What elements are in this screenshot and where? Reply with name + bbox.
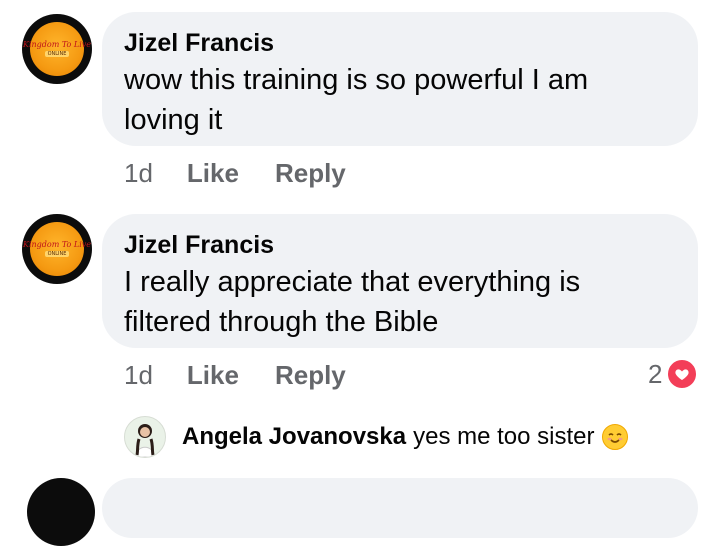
comment-time[interactable]: 1d (124, 158, 153, 189)
comment-author[interactable]: Jizel Francis (124, 230, 674, 260)
avatar-logo-text: Kingdom To Live (22, 240, 92, 249)
comment-bubble (102, 478, 698, 538)
reply-text: yes me too sister (413, 423, 595, 450)
comment-actions: 1d Like Reply (124, 360, 382, 391)
avatar-logo-subtext: ONLINE (44, 251, 70, 257)
smiling-face-icon (601, 424, 628, 450)
like-button[interactable]: Like (187, 360, 239, 391)
avatar-logo-subtext: ONLINE (44, 51, 70, 57)
comment-text-line: filtered through the Bible (124, 306, 439, 338)
comment-text-line: I really appreciate that everything is (124, 266, 581, 298)
commenter-avatar[interactable]: Kingdom To Live ONLINE (22, 214, 92, 284)
comment-text-line: wow this training is so powerful I am (124, 64, 589, 96)
reaction-summary[interactable]: 2 (648, 358, 699, 390)
commenter-avatar[interactable]: Kingdom To Live ONLINE (22, 14, 92, 84)
comment-actions: 1d Like Reply (124, 158, 382, 189)
heart-icon (666, 358, 699, 390)
reply-button[interactable]: Reply (275, 158, 346, 189)
comment-bubble: Jizel Francis wow this training is so po… (102, 12, 698, 146)
reply-row: Angela Jovanovska yes me too sister (124, 416, 628, 458)
reaction-count: 2 (648, 358, 663, 389)
comment-author[interactable]: Jizel Francis (124, 28, 674, 58)
avatar-logo: Kingdom To Live ONLINE (23, 22, 91, 76)
comment-text-line: loving it (124, 104, 223, 136)
comment-time[interactable]: 1d (124, 360, 153, 391)
comment-bubble: Jizel Francis I really appreciate that e… (102, 214, 698, 348)
reply-button[interactable]: Reply (275, 360, 346, 391)
avatar-logo-text: Kingdom To Live (22, 40, 92, 49)
like-button[interactable]: Like (187, 158, 239, 189)
reply-author[interactable]: Angela Jovanovska (182, 423, 406, 451)
commenter-avatar[interactable] (27, 478, 95, 546)
reply-avatar[interactable] (124, 416, 166, 458)
avatar-logo: Kingdom To Live ONLINE (23, 222, 91, 276)
